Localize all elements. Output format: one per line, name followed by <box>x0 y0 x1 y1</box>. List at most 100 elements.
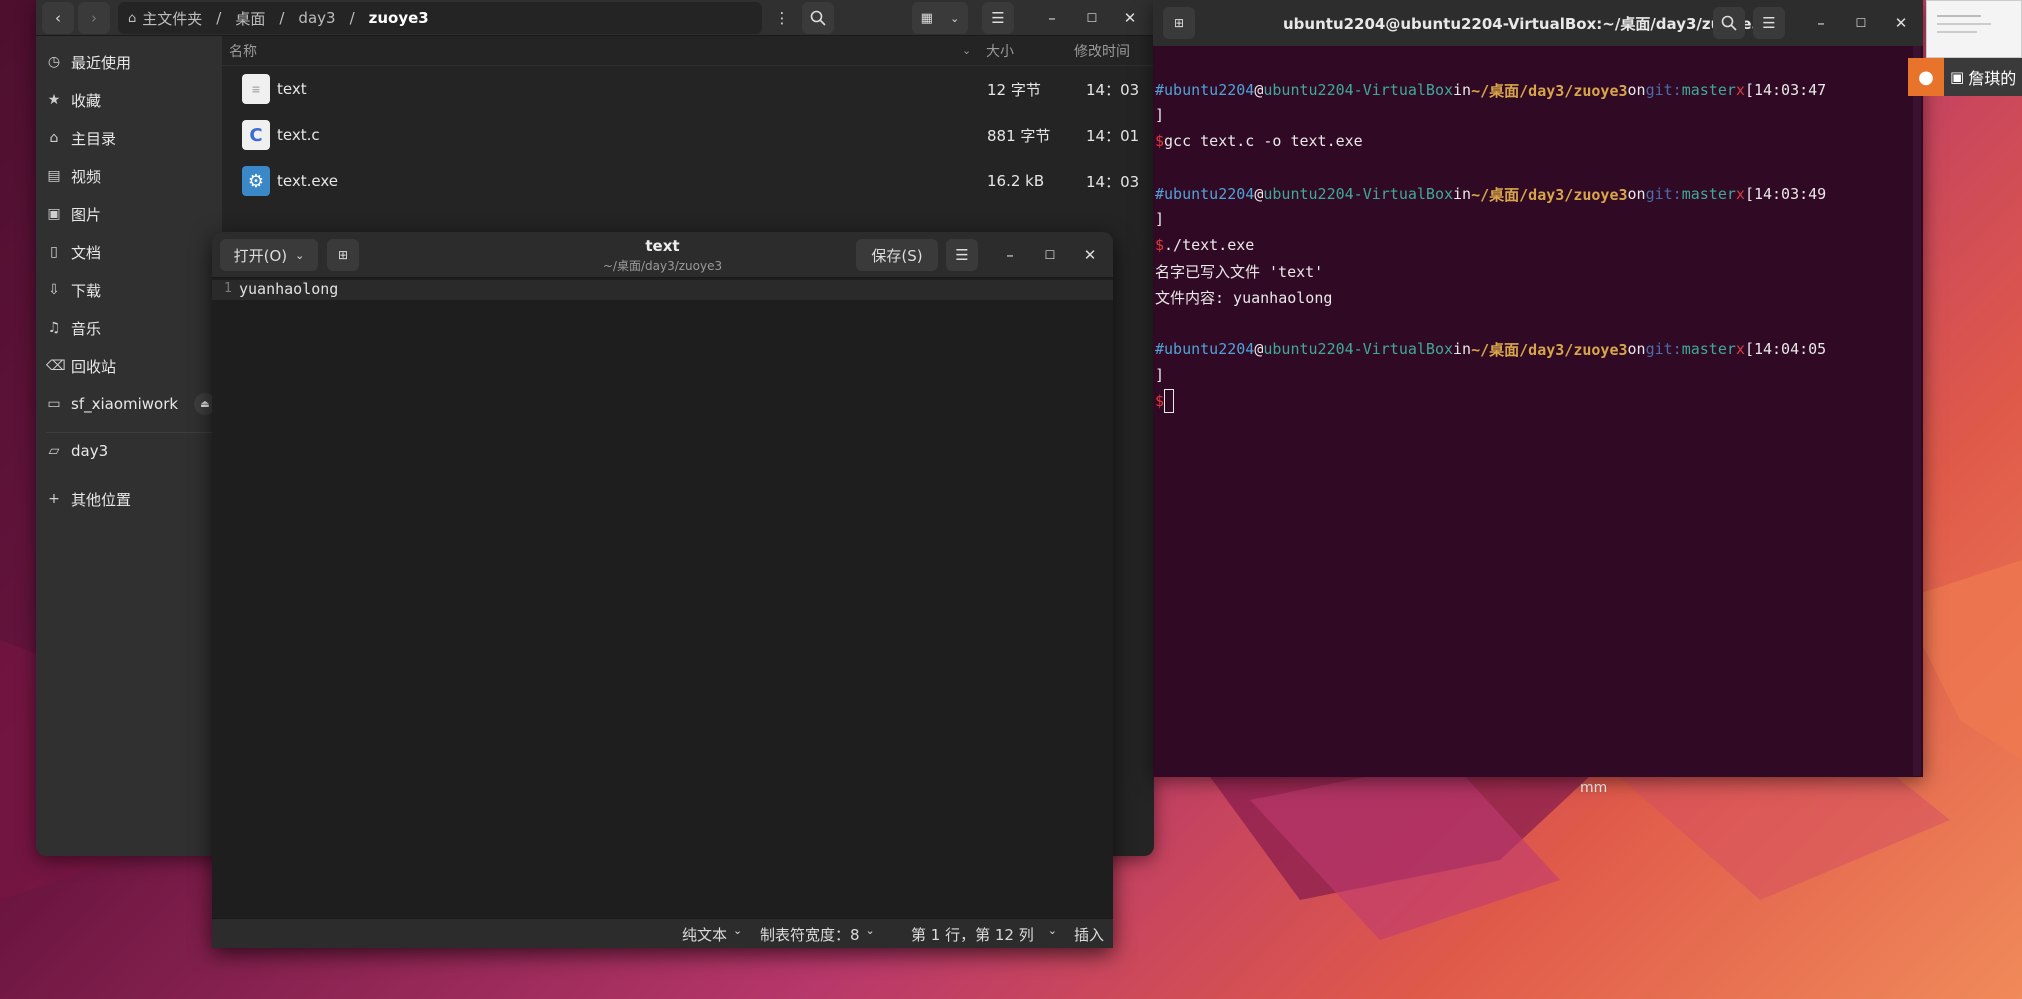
editor-content: yuanhaolong <box>239 280 339 298</box>
home-icon: ⌂ <box>128 10 137 26</box>
hamburger-icon: ☰ <box>1762 14 1776 32</box>
star-icon: ★ <box>47 92 61 108</box>
prompt-line: # ubuntu2204 @ ubuntu2204-VirtualBox in … <box>1155 340 1827 359</box>
file-row[interactable]: C text.c 881 字节 14：01 ☆ <box>222 112 1154 158</box>
column-size[interactable]: 大小 <box>986 41 1014 61</box>
minimize-button[interactable]: – <box>994 239 1026 271</box>
music-icon: ♫ <box>47 320 61 336</box>
chevron-down-icon: ⌄ <box>733 924 743 937</box>
command-text: gcc text.c -o text.exe <box>1164 132 1363 150</box>
sidebar-item-sf-xiaomiwork[interactable]: ▭ sf_xiaomiwork ⏏ <box>46 387 216 421</box>
output-line: 文件内容: yuanhaolong <box>1155 288 1333 307</box>
prompt-time: [14:03:49 <box>1744 185 1827 203</box>
sidebar-item-music[interactable]: ♫ 音乐 <box>46 311 101 345</box>
grid-icon: ▦ <box>920 10 933 26</box>
prompt-line: # ubuntu2204 @ ubuntu2204-VirtualBox in … <box>1155 81 1827 100</box>
file-row[interactable]: ⚙ text.exe 16.2 kB 14：03 ☆ <box>222 158 1154 204</box>
file-size: 881 字节 <box>987 126 1051 145</box>
maximize-button[interactable]: ☐ <box>1076 2 1108 34</box>
sort-chevron-icon[interactable]: ⌄ <box>962 44 971 57</box>
column-modified[interactable]: 修改时间 <box>1074 41 1130 61</box>
trash-icon: ⌫ <box>46 358 66 374</box>
sidebar-item-downloads[interactable]: ⇩ 下载 <box>46 273 101 307</box>
chevron-down-icon: ⌄ <box>950 11 960 25</box>
sidebar-divider <box>46 432 212 433</box>
hamburger-icon: ☰ <box>991 9 1005 27</box>
search-icon <box>810 10 826 26</box>
sidebar-item-recent[interactable]: ◷ 最近使用 <box>46 45 131 79</box>
folder-icon: ▱ <box>48 443 60 459</box>
search-icon <box>1721 15 1737 31</box>
search-button[interactable] <box>1713 7 1745 39</box>
file-modified: 14：03 <box>1086 172 1140 191</box>
breadcrumb-day3[interactable]: day3 <box>298 9 335 27</box>
editor-text-area[interactable]: 1 yuanhaolong <box>212 278 1113 918</box>
minimize-button[interactable]: – <box>1036 2 1068 34</box>
text-editor-window: 打开(O) ⌄ ⊞ text ~/桌面/day3/zuoye3 保存(S) ☰ … <box>212 232 1113 948</box>
sidebar-item-videos[interactable]: ▤ 视频 <box>46 159 101 193</box>
file-list-header: 名称 ⌄ 大小 修改时间 <box>222 36 1154 66</box>
output-line: 名字已写入文件 'text' <box>1155 262 1324 281</box>
file-manager-headerbar: ‹ › ⌂ 主文件夹 / 桌面 / day3 / zuoye3 ⋮ ▦ ⌄ ☰ … <box>36 0 1154 36</box>
sidebar-item-pictures[interactable]: ▣ 图片 <box>46 197 101 231</box>
sidebar-item-starred[interactable]: ★ 收藏 <box>46 83 101 117</box>
desktop-label: mm <box>1580 780 1608 796</box>
main-menu-button[interactable]: ☰ <box>982 2 1014 34</box>
command-line[interactable]: $ <box>1155 388 1175 414</box>
file-modified: 14：03 <box>1086 80 1140 99</box>
maximize-button[interactable]: ☐ <box>1845 7 1877 39</box>
back-button[interactable]: ‹ <box>42 2 74 34</box>
line-number: 1 <box>224 281 232 296</box>
screen-share-overlay[interactable]: ● ▣ 詹琪的 <box>1908 58 2022 96</box>
close-button[interactable]: ✕ <box>1885 7 1917 39</box>
close-button[interactable]: ✕ <box>1114 2 1146 34</box>
column-name[interactable]: 名称 <box>229 41 257 61</box>
new-tab-icon: ⊞ <box>1173 16 1185 30</box>
text-file-icon: ≡ <box>242 74 270 104</box>
command-line: $ ./text.exe <box>1155 236 1255 254</box>
home-icon: ⌂ <box>49 130 59 146</box>
sidebar-item-documents[interactable]: ▯ 文档 <box>46 235 101 269</box>
path-menu-icon[interactable]: ⋮ <box>766 2 798 34</box>
prompt-bracket: ] <box>1155 366 1165 384</box>
sidebar-item-trash[interactable]: ⌫ 回收站 <box>46 349 116 383</box>
terminal-scrollbar[interactable] <box>1913 46 1921 776</box>
save-button[interactable]: 保存(S) <box>856 239 938 271</box>
current-line-highlight <box>212 280 1113 300</box>
syntax-selector[interactable]: 纯文本 ⌄ <box>682 924 742 945</box>
download-icon: ⇩ <box>48 282 60 298</box>
command-line: $ gcc text.c -o text.exe <box>1155 132 1363 150</box>
maximize-button[interactable]: ☐ <box>1034 239 1066 271</box>
sidebar-item-home[interactable]: ⌂ 主目录 <box>46 121 116 155</box>
tab-width-selector[interactable]: 制表符宽度：8 ⌄ <box>760 924 875 945</box>
file-size: 16.2 kB <box>987 172 1045 190</box>
prompt-time: [14:03:47 <box>1744 81 1827 99</box>
search-button[interactable] <box>802 2 834 34</box>
file-modified: 14：01 <box>1086 126 1140 145</box>
command-text: ./text.exe <box>1164 236 1255 254</box>
video-icon: ▤ <box>47 168 61 184</box>
new-tab-button[interactable]: ⊞ <box>1163 7 1195 39</box>
insert-mode[interactable]: 插入 <box>1074 924 1104 945</box>
prompt-time: [14:04:05 <box>1744 340 1827 358</box>
editor-statusbar: 纯文本 ⌄ 制表符宽度：8 ⌄ 第 1 行，第 12 列 ⌄ 插入 <box>212 918 1113 948</box>
sidebar-item-day3[interactable]: ▱ day3 <box>46 434 109 468</box>
prompt-bracket: ] <box>1155 106 1165 124</box>
breadcrumb-home[interactable]: 主文件夹 <box>142 8 202 29</box>
menu-button[interactable]: ☰ <box>946 239 978 271</box>
minimize-button[interactable]: – <box>1805 7 1837 39</box>
grid-view-button[interactable]: ▦ ⌄ <box>912 2 968 34</box>
file-row[interactable]: ≡ text 12 字节 14：03 ☆ <box>222 66 1154 112</box>
prompt-bracket: ] <box>1155 210 1165 228</box>
sidebar-item-other-locations[interactable]: + 其他位置 <box>46 482 131 516</box>
thumbnail-preview[interactable] <box>1926 0 2022 58</box>
overlay-label: 詹琪的 <box>1968 69 2017 88</box>
document-icon: ▯ <box>50 244 58 260</box>
cursor-position[interactable]: 第 1 行，第 12 列 ⌄ <box>911 924 1057 945</box>
terminal-headerbar: ⊞ ubuntu2204@ubuntu2204-VirtualBox:~/桌面/… <box>1153 0 1923 46</box>
breadcrumb-current[interactable]: zuoye3 <box>369 9 429 27</box>
forward-button[interactable]: › <box>78 2 110 34</box>
close-button[interactable]: ✕ <box>1074 239 1106 271</box>
breadcrumb-desktop[interactable]: 桌面 <box>235 8 265 29</box>
menu-button[interactable]: ☰ <box>1753 7 1785 39</box>
